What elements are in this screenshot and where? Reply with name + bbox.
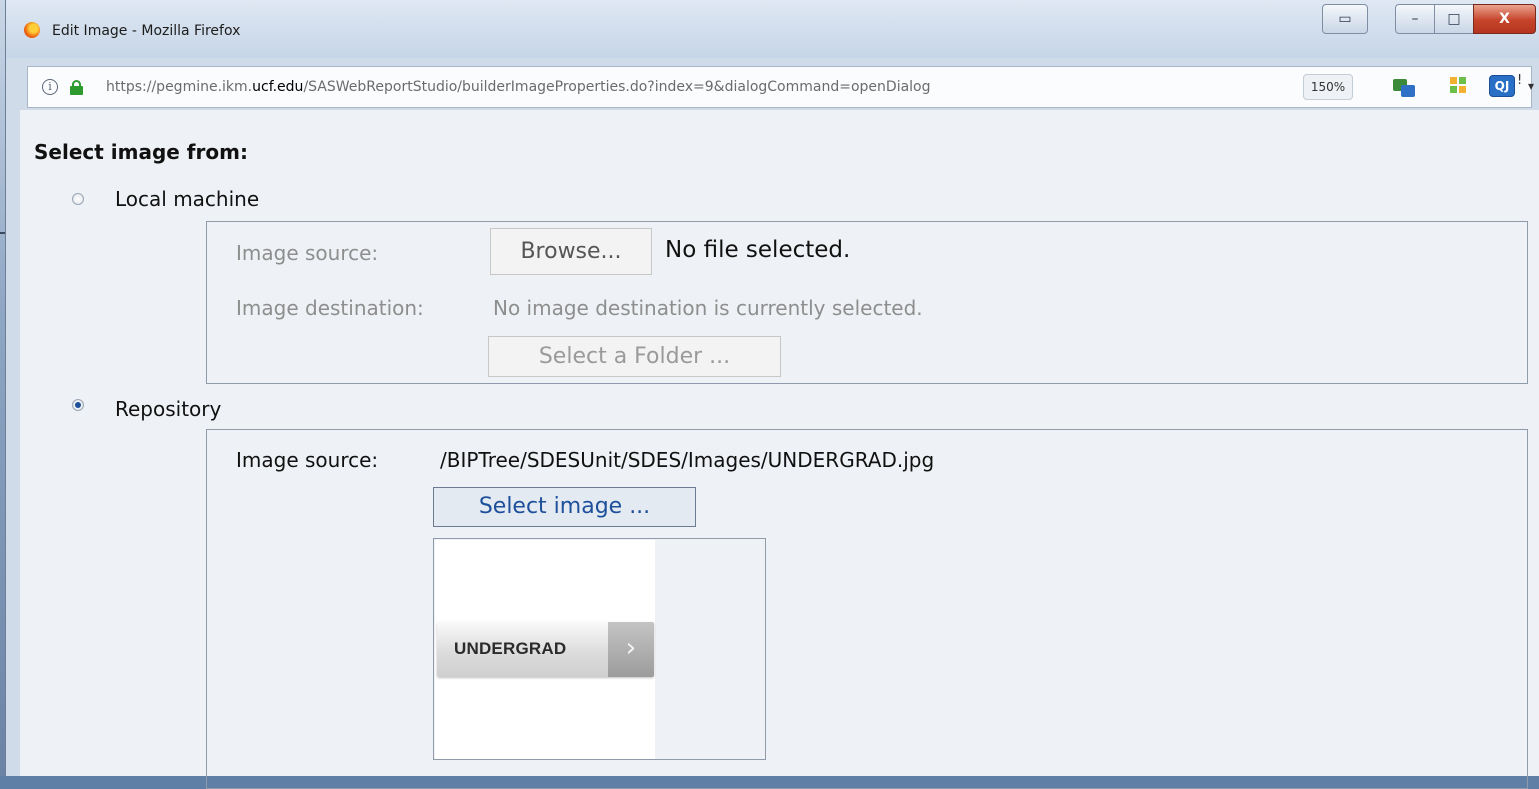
lock-icon[interactable]	[70, 80, 83, 95]
local-machine-group: Image source: Browse... No file selected…	[206, 221, 1528, 384]
window-title: Edit Image - Mozilla Firefox	[52, 23, 241, 39]
local-image-source-label: Image source:	[236, 241, 379, 265]
apps-grid-icon[interactable]	[1450, 77, 1472, 97]
dialog-heading: Select image from:	[34, 140, 248, 164]
info-icon[interactable]: i	[42, 79, 58, 95]
repository-label[interactable]: Repository	[115, 397, 221, 421]
maximize-button[interactable]: □	[1434, 4, 1474, 34]
repository-radio[interactable]	[72, 399, 84, 411]
repository-image-source-value: /BIPTree/SDESUnit/SDES/Images/UNDERGRAD.…	[440, 448, 935, 472]
image-preview: UNDERGRAD ›	[433, 538, 766, 760]
minimize-button[interactable]: –	[1395, 4, 1435, 34]
url-text[interactable]: https://pegmine.ikm.ucf.edu/SASWebReport…	[106, 79, 931, 95]
zoom-indicator[interactable]: 150%	[1303, 74, 1353, 100]
no-file-text: No file selected.	[665, 237, 851, 263]
browser-window: Edit Image - Mozilla Firefox ▭ – □ X i h…	[5, 0, 1539, 789]
screen-share-extension-icon[interactable]	[1393, 77, 1415, 97]
select-image-button[interactable]: Select image ...	[433, 487, 696, 527]
local-machine-label[interactable]: Local machine	[115, 187, 259, 211]
profile-badge-icon[interactable]: QJ	[1489, 75, 1515, 97]
title-bar[interactable]: Edit Image - Mozilla Firefox ▭ – □ X	[6, 0, 1539, 58]
tab-restore-icon[interactable]: ▭	[1322, 4, 1368, 34]
chevron-right-icon: ›	[608, 622, 654, 677]
firefox-icon	[24, 22, 40, 38]
select-folder-button[interactable]: Select a Folder ...	[488, 336, 781, 377]
local-machine-radio[interactable]	[72, 193, 84, 205]
chevron-down-icon[interactable]: ▾	[1528, 79, 1534, 93]
undergrad-image: UNDERGRAD ›	[437, 622, 654, 677]
repository-group: Image source: /BIPTree/SDESUnit/SDES/Ima…	[206, 429, 1528, 789]
url-prefix: https://pegmine.ikm.	[106, 79, 253, 95]
url-path: /SASWebReportStudio/builderImageProperti…	[303, 79, 931, 95]
undergrad-image-text: UNDERGRAD	[454, 639, 567, 658]
browse-button[interactable]: Browse...	[490, 228, 652, 275]
profile-badge-suffix: !	[1517, 73, 1523, 88]
url-bar[interactable]: i https://pegmine.ikm.ucf.edu/SASWebRepo…	[27, 66, 1534, 108]
preview-canvas: UNDERGRAD ›	[435, 540, 655, 759]
dialog-content: Select image from: Local machine Image s…	[20, 110, 1539, 789]
image-destination-label: Image destination:	[236, 296, 424, 320]
repository-image-source-label: Image source:	[236, 448, 379, 472]
image-destination-value: No image destination is currently select…	[493, 296, 923, 320]
url-domain: ucf.edu	[252, 79, 304, 95]
close-button[interactable]: X	[1473, 4, 1536, 34]
